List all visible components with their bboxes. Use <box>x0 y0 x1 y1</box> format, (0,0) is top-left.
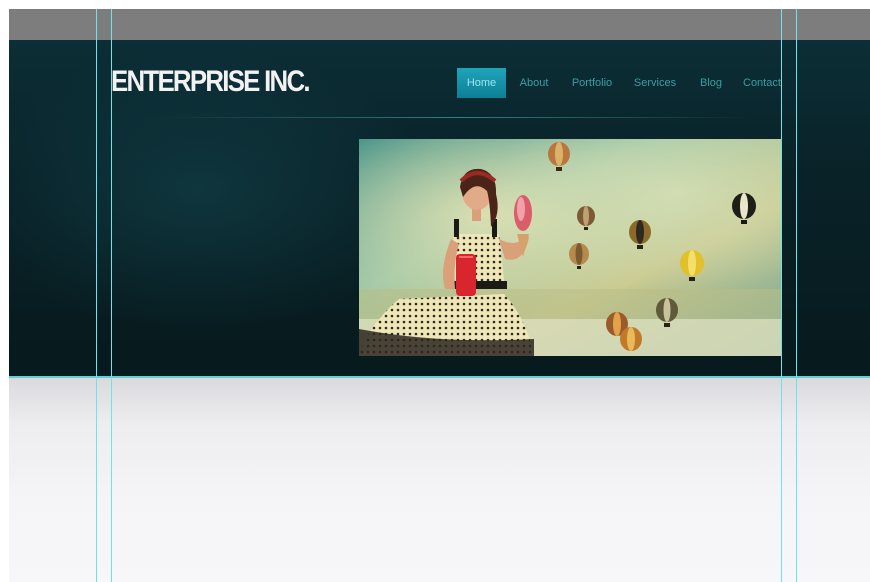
site-logo[interactable]: ENTERPRISE INC. <box>111 64 311 100</box>
nav-item-portfolio[interactable]: Portfolio <box>567 68 617 98</box>
nav-item-services[interactable]: Services <box>630 68 680 98</box>
guide-line-right-outer[interactable] <box>796 9 797 582</box>
guide-line-right-inner[interactable] <box>781 9 782 582</box>
page: ENTERPRISE INC. Home About Portfolio Ser… <box>0 0 870 582</box>
main-nav: Home About Portfolio Services Blog Conta… <box>457 68 782 98</box>
nav-item-blog[interactable]: Blog <box>695 68 727 98</box>
content-area <box>9 378 870 582</box>
guide-line-left-inner[interactable] <box>111 9 112 582</box>
header-divider <box>162 117 752 118</box>
canvas-top-bar <box>9 9 870 40</box>
nav-item-contact[interactable]: Contact <box>743 68 782 98</box>
guide-line-left-outer[interactable] <box>96 9 97 582</box>
hero-bottom-border <box>9 376 870 378</box>
hero-photo-icon <box>359 139 782 356</box>
nav-item-home[interactable]: Home <box>457 68 506 98</box>
nav-item-about[interactable]: About <box>514 68 554 98</box>
